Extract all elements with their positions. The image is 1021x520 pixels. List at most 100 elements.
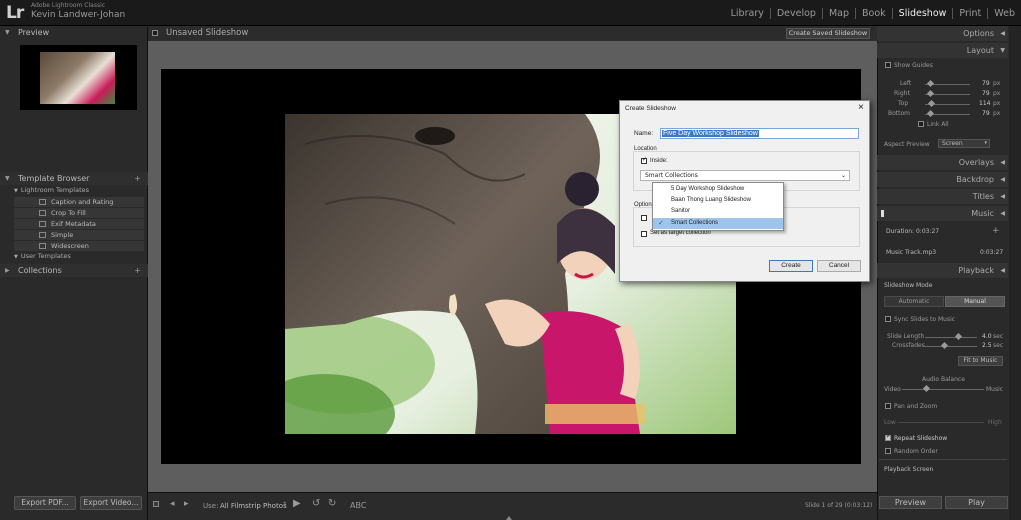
add-text-button[interactable]: ABC bbox=[350, 501, 366, 510]
crossfades-slider[interactable] bbox=[925, 346, 977, 347]
location-combobox[interactable]: Smart Collections ⌄ bbox=[640, 170, 850, 181]
template-icon bbox=[39, 232, 46, 238]
template-item[interactable]: Widescreen bbox=[14, 241, 144, 251]
inside-checkbox[interactable]: ✓ bbox=[641, 156, 647, 164]
template-item[interactable]: Exif Metadata bbox=[14, 219, 144, 229]
repeat-slideshow-label: Repeat Slideshow bbox=[894, 435, 948, 442]
dropdown-arrow-icon: ⇕ bbox=[282, 501, 288, 508]
pan-zoom-checkbox[interactable] bbox=[885, 403, 891, 409]
cancel-button[interactable]: Cancel bbox=[817, 260, 861, 272]
add-music-icon[interactable]: + bbox=[992, 226, 1000, 236]
slide-length-slider[interactable] bbox=[925, 337, 977, 338]
use-label: Use: bbox=[203, 502, 219, 510]
add-collection-icon[interactable]: + bbox=[134, 264, 141, 277]
dropdown-item[interactable]: Baan Thong Luang Slideshow bbox=[653, 195, 783, 206]
music-track-name[interactable]: Music Track.mp3 bbox=[886, 249, 936, 256]
link-all-checkbox[interactable] bbox=[918, 121, 924, 127]
lightroom-templates-label: Lightroom Templates bbox=[20, 186, 90, 194]
use-dropdown[interactable]: All Filmstrip Photos bbox=[220, 502, 287, 510]
export-video-button[interactable]: Export Video... bbox=[80, 496, 142, 510]
overlays-panel-header[interactable]: Overlays ◀ bbox=[877, 155, 1008, 170]
pan-zoom-slider[interactable] bbox=[898, 422, 984, 423]
collections-header[interactable]: ▶ Collections + bbox=[0, 264, 148, 277]
options-panel-header[interactable]: Options ◀ bbox=[877, 26, 1008, 41]
collapse-triangle-icon: ▼ bbox=[5, 175, 10, 182]
playback-panel-header[interactable]: Playback ◀ bbox=[877, 263, 1008, 278]
repeat-slideshow-checkbox[interactable]: ✓ bbox=[885, 433, 892, 441]
guide-top-value[interactable]: 114 bbox=[979, 100, 990, 107]
crossfades-value[interactable]: 2.5 bbox=[982, 342, 992, 349]
automatic-mode-button[interactable]: Automatic bbox=[884, 296, 944, 307]
crossfades-label: Crossfades bbox=[892, 342, 925, 349]
slideshow-mode-label: Slideshow Mode bbox=[884, 282, 933, 289]
audio-balance-slider[interactable] bbox=[902, 389, 984, 390]
dropdown-item[interactable]: Sanitor bbox=[653, 206, 783, 217]
dialog-title: Create Slideshow bbox=[625, 105, 676, 112]
rotate-right-icon[interactable]: ↻ bbox=[328, 498, 336, 509]
template-item[interactable]: Simple bbox=[14, 230, 144, 240]
collapse-triangle-icon: ◀ bbox=[1000, 210, 1005, 217]
module-book[interactable]: Book bbox=[855, 7, 892, 19]
preview-panel-header[interactable]: ▼ Preview bbox=[0, 26, 148, 39]
template-item[interactable]: Crop To Fill bbox=[14, 208, 144, 218]
collections-label: Collections bbox=[18, 266, 62, 275]
option-checkbox[interactable] bbox=[641, 215, 647, 221]
create-button[interactable]: Create bbox=[769, 260, 813, 272]
guide-left-value[interactable]: 79 bbox=[982, 80, 990, 87]
titles-panel-header[interactable]: Titles ◀ bbox=[877, 189, 1008, 204]
user-templates-folder[interactable]: ▼ User Templates bbox=[14, 251, 144, 262]
layout-label: Layout bbox=[966, 46, 994, 55]
module-print[interactable]: Print bbox=[952, 7, 987, 19]
show-guides-label: Show Guides bbox=[894, 62, 933, 69]
checkmark-icon: ✓ bbox=[658, 220, 664, 227]
manual-mode-button[interactable]: Manual bbox=[945, 296, 1005, 307]
module-map[interactable]: Map bbox=[821, 7, 855, 19]
preview-button[interactable]: Preview bbox=[879, 496, 942, 509]
panel-switch-icon[interactable] bbox=[881, 210, 884, 217]
template-browser-header[interactable]: ▼ Template Browser + bbox=[0, 172, 148, 185]
add-template-icon[interactable]: + bbox=[134, 172, 141, 185]
fit-to-music-button[interactable]: Fit to Music bbox=[958, 356, 1003, 366]
titles-label: Titles bbox=[972, 192, 994, 201]
dropdown-item[interactable]: 5 Day Workshop Slideshow bbox=[653, 184, 783, 195]
set-target-checkbox[interactable] bbox=[641, 231, 647, 237]
create-slideshow-dialog: Create Slideshow × Name: Five Day Worksh… bbox=[619, 100, 870, 282]
lightroom-templates-folder[interactable]: ▼ Lightroom Templates bbox=[14, 185, 144, 196]
aspect-preview-select[interactable]: Screen ▾ bbox=[938, 139, 990, 148]
rotate-left-icon[interactable]: ↺ bbox=[312, 498, 320, 509]
dropdown-arrow-icon: ▾ bbox=[984, 140, 987, 146]
select-checkbox[interactable] bbox=[152, 30, 158, 36]
sync-slides-checkbox[interactable] bbox=[885, 316, 891, 322]
guide-right-value[interactable]: 79 bbox=[982, 90, 990, 97]
dropdown-item-selected[interactable]: ✓ Smart Collections bbox=[653, 218, 783, 229]
layout-panel-header[interactable]: Layout ▼ bbox=[877, 43, 1008, 58]
play-button[interactable]: Play bbox=[945, 496, 1008, 509]
dropdown-item-label: Smart Collections bbox=[671, 220, 719, 226]
template-icon bbox=[39, 199, 46, 205]
module-develop[interactable]: Develop bbox=[769, 7, 822, 19]
template-item[interactable]: Caption and Rating bbox=[14, 197, 144, 207]
show-guides-checkbox[interactable] bbox=[885, 62, 891, 68]
overlays-label: Overlays bbox=[958, 158, 994, 167]
slideshow-name-input[interactable]: Five Day Workshop Slideshow bbox=[660, 128, 859, 139]
slide-length-value[interactable]: 4.0 bbox=[982, 333, 992, 340]
module-web[interactable]: Web bbox=[987, 7, 1021, 19]
backdrop-panel-header[interactable]: Backdrop ◀ bbox=[877, 172, 1008, 187]
guide-bottom-value[interactable]: 79 bbox=[982, 110, 990, 117]
music-panel-header[interactable]: Music ◀ bbox=[877, 206, 1008, 221]
expand-triangle-icon: ▶ bbox=[5, 267, 10, 274]
play-icon[interactable]: ▶ bbox=[293, 498, 301, 509]
module-slideshow[interactable]: Slideshow bbox=[891, 7, 953, 19]
checkmark-icon: ✓ bbox=[886, 433, 892, 440]
random-order-checkbox[interactable] bbox=[885, 448, 891, 454]
guide-bottom-label: Bottom bbox=[888, 110, 911, 117]
previous-slide-icon[interactable]: ◂ bbox=[170, 499, 175, 509]
right-panel-scrollbar[interactable] bbox=[1009, 26, 1021, 520]
filmstrip-toggle-icon[interactable] bbox=[506, 516, 512, 520]
next-slide-icon[interactable]: ▸ bbox=[184, 499, 189, 509]
stop-icon[interactable] bbox=[153, 501, 159, 507]
close-icon[interactable]: × bbox=[858, 102, 864, 113]
create-saved-slideshow-button[interactable]: Create Saved Slideshow bbox=[786, 28, 870, 39]
module-library[interactable]: Library bbox=[725, 8, 770, 19]
export-pdf-button[interactable]: Export PDF... bbox=[14, 496, 76, 510]
